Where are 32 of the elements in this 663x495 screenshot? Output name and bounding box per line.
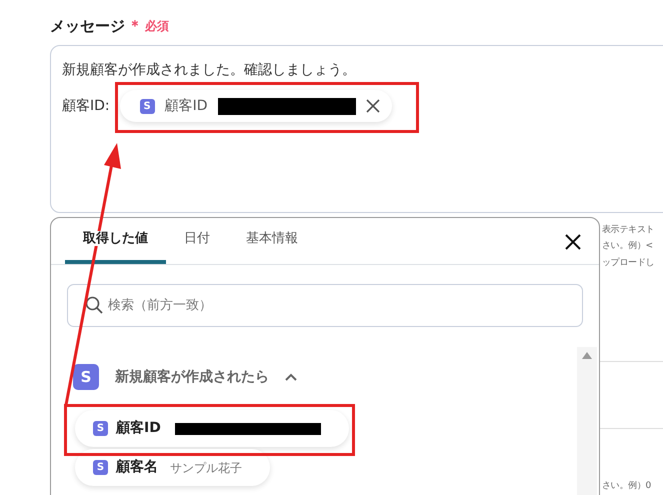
group-title: 新規顧客が作成されたら — [115, 368, 269, 386]
field-label: メッセージ — [50, 16, 125, 37]
tab[interactable]: 基本情報 — [228, 217, 316, 264]
message-text: 新規顧客が作成されました。確認しましょう。 — [62, 61, 357, 80]
search-icon — [85, 296, 103, 314]
app-badge-icon: S — [93, 421, 108, 436]
item-label: 顧客名 — [116, 458, 158, 477]
scroll-up-icon[interactable] — [582, 352, 592, 359]
close-icon[interactable] — [366, 99, 380, 113]
app-badge-icon: S — [140, 98, 155, 114]
tab[interactable]: 取得した値 — [65, 217, 166, 264]
variable-token[interactable]: S 顧客ID — [120, 90, 392, 122]
message-field[interactable]: 新規顧客が作成されました。確認しましょう。 顧客ID: S 顧客ID — [50, 45, 663, 213]
item-value: サンプル花子 — [170, 460, 242, 476]
app-badge-icon: S — [73, 364, 99, 390]
variable-item[interactable]: S 顧客名 サンプル花子 — [75, 449, 270, 486]
token-label: 顧客ID — [164, 96, 208, 116]
required-mark: ＊ — [128, 16, 142, 36]
search-field[interactable]: 検索（前方一致） — [67, 284, 583, 327]
scrollbar[interactable] — [577, 347, 597, 495]
app-badge-icon: S — [93, 460, 108, 475]
help-text: さい。例）0 — [602, 480, 651, 493]
variable-item[interactable]: S 顧客ID — [75, 410, 349, 447]
close-icon[interactable] — [565, 234, 581, 250]
help-text: ップロードし — [602, 257, 654, 270]
tab[interactable]: 日付 — [166, 217, 228, 264]
help-text: 表示テキスト — [602, 224, 654, 237]
required-text: 必須 — [145, 18, 169, 35]
inline-label: 顧客ID: — [62, 96, 110, 116]
help-text: さい。例）< — [602, 240, 653, 253]
item-label: 顧客ID — [116, 418, 161, 438]
chevron-up-icon[interactable] — [285, 373, 297, 381]
